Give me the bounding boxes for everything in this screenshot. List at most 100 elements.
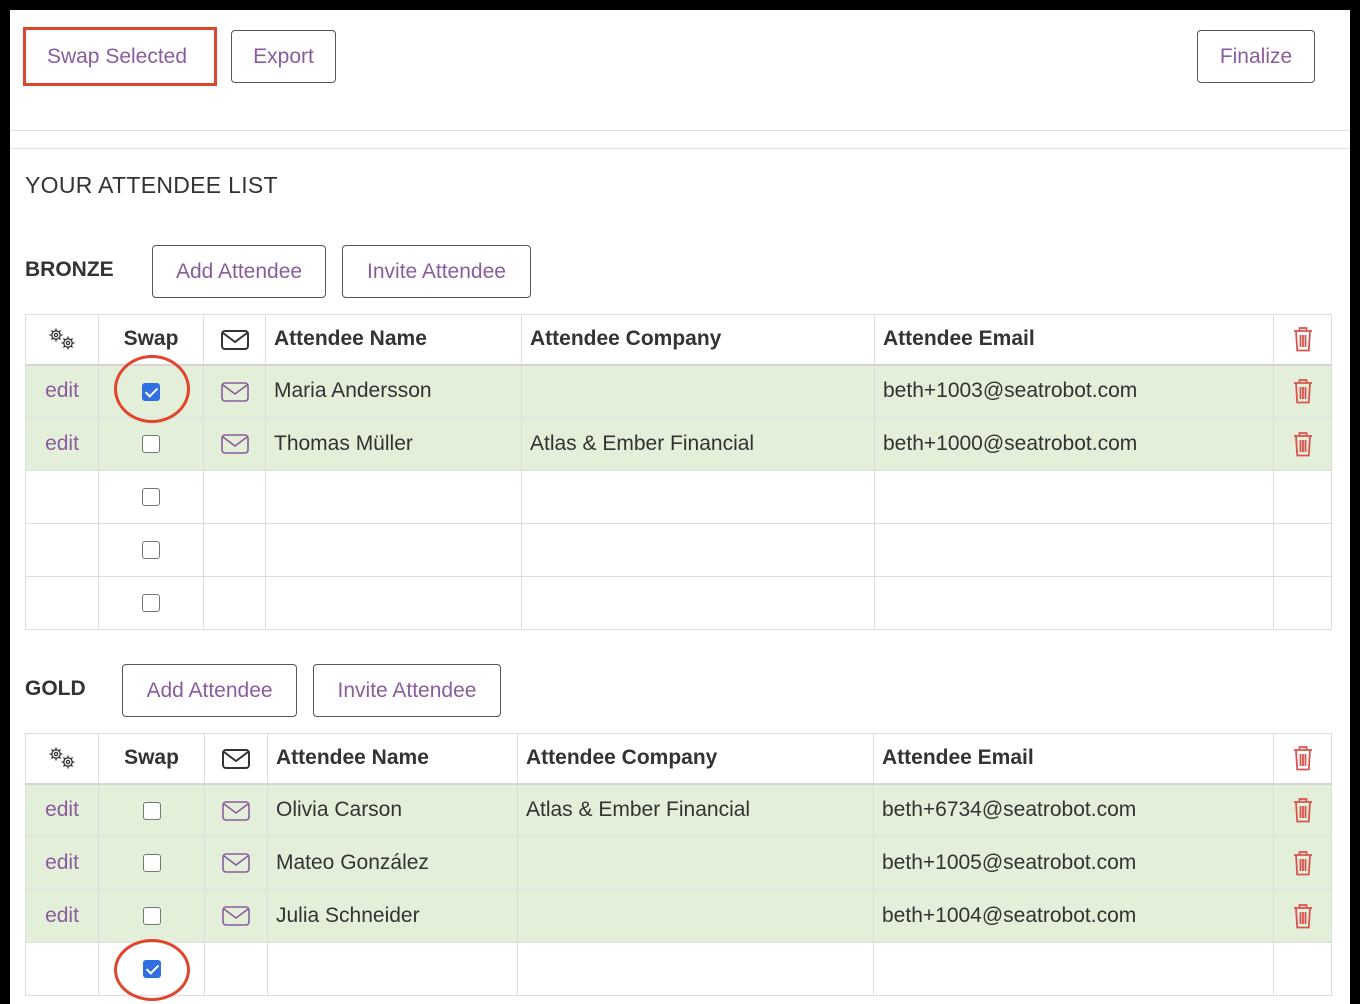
mail-cell[interactable] xyxy=(204,783,268,837)
gold-add-attendee-button[interactable]: Add Attendee xyxy=(122,664,297,717)
settings-column-header[interactable] xyxy=(25,314,99,366)
delete-cell[interactable] xyxy=(1273,417,1332,471)
gears-icon xyxy=(45,327,79,350)
swap-checkbox[interactable] xyxy=(142,382,160,401)
gears-icon xyxy=(45,746,79,769)
empty-row xyxy=(25,942,1332,996)
envelope-icon[interactable] xyxy=(221,904,251,927)
empty-row xyxy=(25,576,1332,630)
swap-column-header: Swap xyxy=(98,733,205,785)
toolbar-divider xyxy=(10,130,1350,131)
delete-column-header[interactable] xyxy=(1273,314,1332,366)
table-row: edit Thomas Müller Atlas & Ember Financi… xyxy=(25,417,1332,471)
page-title: YOUR ATTENDEE LIST xyxy=(25,172,278,198)
swap-selected-highlight xyxy=(23,27,217,86)
envelope-icon[interactable] xyxy=(221,798,251,821)
attendee-name-header: Attendee Name xyxy=(265,314,522,366)
trash-icon[interactable] xyxy=(1291,379,1315,404)
table-row: edit Mateo González beth+1005@seatrobot.… xyxy=(25,836,1332,890)
swap-checkbox[interactable] xyxy=(142,854,161,873)
envelope-icon[interactable] xyxy=(220,432,250,455)
attendee-email-header: Attendee Email xyxy=(873,733,1274,785)
attendee-company xyxy=(521,364,875,418)
edit-link[interactable]: edit xyxy=(25,364,99,418)
section-divider xyxy=(10,148,1350,149)
swap-checkbox-cell xyxy=(98,364,204,418)
delete-cell[interactable] xyxy=(1273,783,1332,837)
trash-icon[interactable] xyxy=(1291,432,1315,457)
empty-row xyxy=(25,523,1332,577)
edit-link[interactable]: edit xyxy=(25,783,99,837)
attendee-company xyxy=(517,889,874,943)
attendee-company-header: Attendee Company xyxy=(517,733,874,785)
attendee-company-header: Attendee Company xyxy=(521,314,875,366)
swap-checkbox-cell xyxy=(98,417,204,471)
delete-cell[interactable] xyxy=(1273,836,1332,890)
envelope-icon[interactable] xyxy=(220,379,250,402)
envelope-icon[interactable] xyxy=(221,851,251,874)
gold-attendee-table: Swap Attendee Name Attendee Company Atte… xyxy=(25,733,1332,996)
swap-checkbox[interactable] xyxy=(142,801,161,820)
envelope-icon xyxy=(220,327,250,350)
attendee-name: Mateo González xyxy=(267,836,518,890)
attendee-company: Atlas & Ember Financial xyxy=(517,783,874,837)
delete-cell[interactable] xyxy=(1273,889,1332,943)
email-column-header[interactable] xyxy=(203,314,266,366)
attendee-company xyxy=(517,836,874,890)
swap-checkbox[interactable] xyxy=(142,541,160,560)
swap-checkbox[interactable] xyxy=(142,907,161,926)
attendee-company: Atlas & Ember Financial xyxy=(521,417,875,471)
attendee-name: Julia Schneider xyxy=(267,889,518,943)
table-row: edit Julia Schneider beth+1004@seatrobot… xyxy=(25,889,1332,943)
email-column-header[interactable] xyxy=(204,733,268,785)
swap-checkbox-cell xyxy=(98,836,205,890)
mail-cell[interactable] xyxy=(203,364,266,418)
attendee-email: beth+1003@seatrobot.com xyxy=(874,364,1274,418)
table-row: edit Maria Andersson beth+1003@seatrobot… xyxy=(25,364,1332,418)
mail-cell[interactable] xyxy=(204,836,268,890)
swap-checkbox[interactable] xyxy=(142,435,160,454)
table-header-row: Swap Attendee Name Attendee Company Atte… xyxy=(25,733,1332,785)
delete-column-header[interactable] xyxy=(1273,733,1332,785)
swap-checkbox[interactable] xyxy=(142,594,160,613)
bronze-invite-attendee-button[interactable]: Invite Attendee xyxy=(342,245,531,298)
trash-icon[interactable] xyxy=(1291,904,1315,929)
table-row: edit Olivia Carson Atlas & Ember Financi… xyxy=(25,783,1332,837)
group-label-gold: GOLD xyxy=(25,677,86,700)
gold-invite-attendee-button[interactable]: Invite Attendee xyxy=(313,664,501,717)
attendee-name: Thomas Müller xyxy=(265,417,522,471)
attendee-email-header: Attendee Email xyxy=(874,314,1274,366)
trash-icon[interactable] xyxy=(1291,798,1315,823)
attendee-name: Maria Andersson xyxy=(265,364,522,418)
attendee-email: beth+1004@seatrobot.com xyxy=(873,889,1274,943)
group-label-bronze: BRONZE xyxy=(25,258,114,281)
envelope-icon xyxy=(221,746,251,769)
swap-checkbox[interactable] xyxy=(142,488,160,507)
trash-icon xyxy=(1291,327,1315,352)
attendee-name-header: Attendee Name xyxy=(267,733,518,785)
attendee-email: beth+6734@seatrobot.com xyxy=(873,783,1274,837)
swap-checkbox-cell xyxy=(98,783,205,837)
finalize-button[interactable]: Finalize xyxy=(1197,30,1315,83)
attendee-email: beth+1000@seatrobot.com xyxy=(874,417,1274,471)
attendee-name: Olivia Carson xyxy=(267,783,518,837)
export-button[interactable]: Export xyxy=(231,30,336,83)
trash-icon xyxy=(1291,746,1315,771)
mail-cell[interactable] xyxy=(203,417,266,471)
swap-checkbox[interactable] xyxy=(142,960,161,979)
attendee-email: beth+1005@seatrobot.com xyxy=(873,836,1274,890)
swap-checkbox-cell xyxy=(98,889,205,943)
delete-cell[interactable] xyxy=(1273,364,1332,418)
edit-link[interactable]: edit xyxy=(25,889,99,943)
trash-icon[interactable] xyxy=(1291,851,1315,876)
mail-cell[interactable] xyxy=(204,889,268,943)
edit-link[interactable]: edit xyxy=(25,836,99,890)
bronze-attendee-table: Swap Attendee Name Attendee Company Atte… xyxy=(25,314,1332,630)
table-header-row: Swap Attendee Name Attendee Company Atte… xyxy=(25,314,1332,366)
swap-column-header: Swap xyxy=(98,314,204,366)
settings-column-header[interactable] xyxy=(25,733,99,785)
empty-row xyxy=(25,470,1332,524)
app-frame: Swap Selected Export Finalize YOUR ATTEN… xyxy=(10,10,1350,1004)
bronze-add-attendee-button[interactable]: Add Attendee xyxy=(152,245,326,298)
edit-link[interactable]: edit xyxy=(25,417,99,471)
